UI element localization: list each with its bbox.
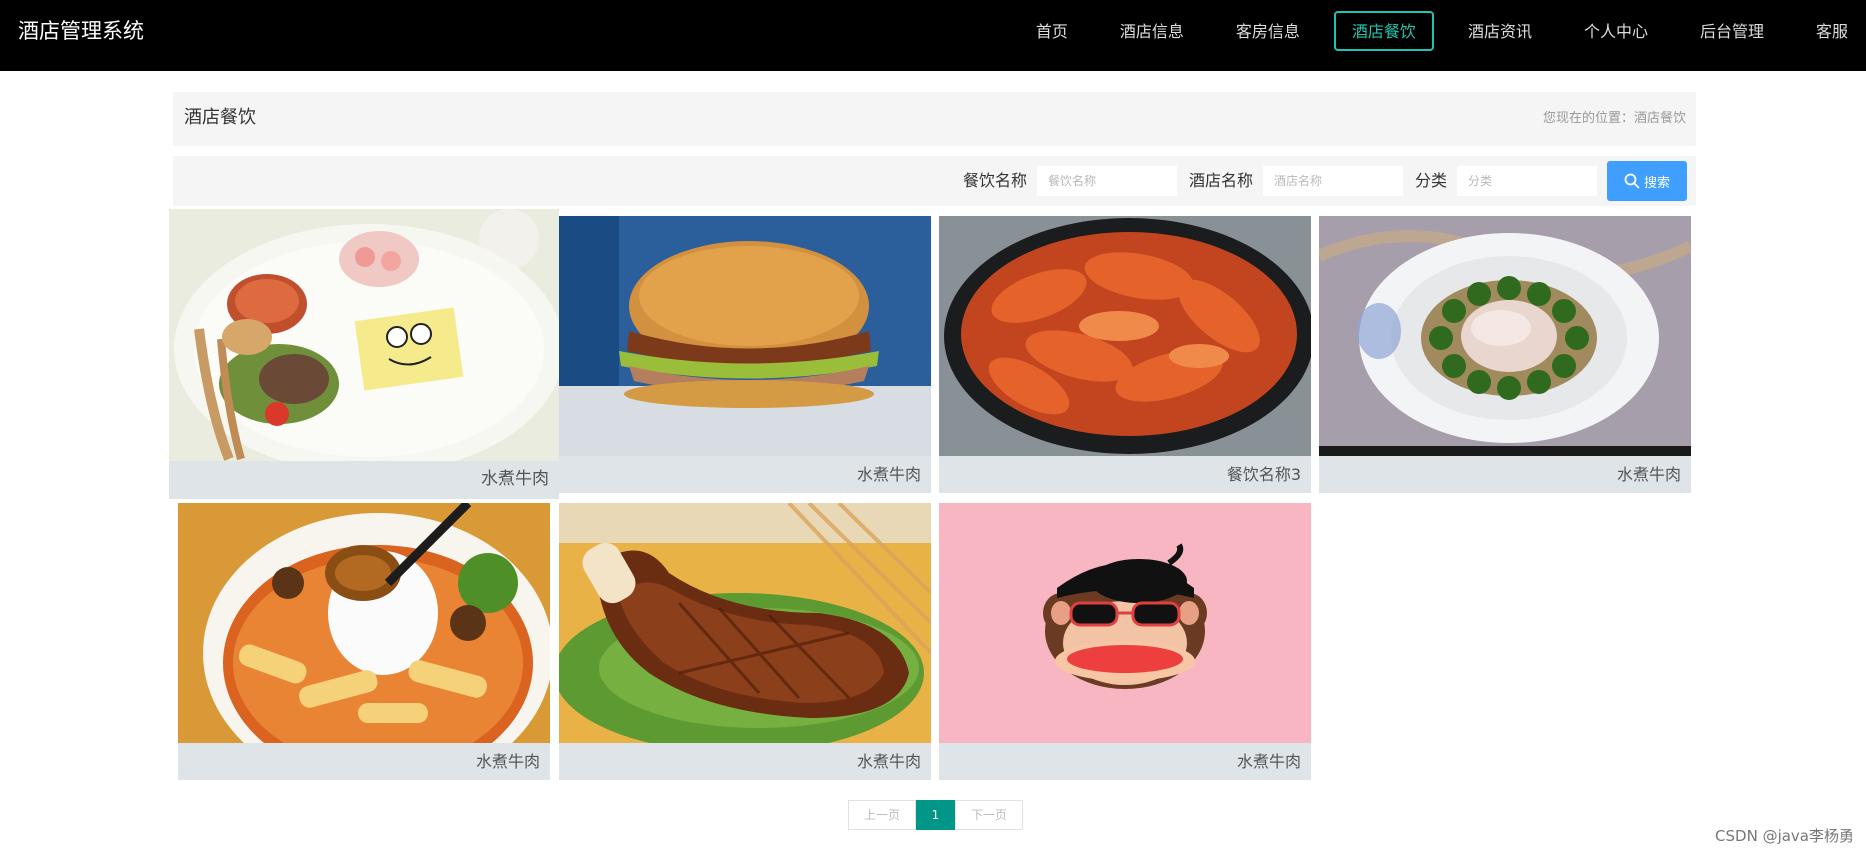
dish-name: 水煮牛肉 [481, 469, 549, 489]
dish-name: 餐饮名称3 [1226, 465, 1301, 484]
nav-room-info[interactable]: 客房信息 [1218, 11, 1318, 51]
nav-hotel-info[interactable]: 酒店信息 [1102, 11, 1202, 51]
dish-image [939, 216, 1311, 456]
nav-hotel-news[interactable]: 酒店资讯 [1450, 11, 1550, 51]
dish-name: 水煮牛肉 [475, 752, 540, 771]
dish-image [178, 503, 550, 743]
top-navigation-bar: 酒店管理系统 首页 酒店信息 客房信息 酒店餐饮 酒店资讯 个人中心 后台管理 … [0, 0, 1866, 71]
dish-name: 水煮牛肉 [856, 465, 921, 484]
nav-home[interactable]: 首页 [1018, 11, 1086, 51]
dish-name: 水煮牛肉 [856, 752, 921, 771]
category-input[interactable] [1457, 166, 1597, 196]
pagination: 上一页 1 下一页 [848, 800, 1023, 830]
search-bar: 餐饮名称 酒店名称 分类 搜索 [173, 156, 1696, 206]
dish-card[interactable]: 水煮牛肉 [1319, 216, 1691, 493]
dish-card[interactable]: 水煮牛肉 [559, 216, 931, 493]
nav-customer-service[interactable]: 客服 [1798, 11, 1866, 51]
breadcrumb: 您现在的位置：酒店餐饮 [1542, 111, 1686, 126]
dish-image [559, 503, 931, 743]
dish-card[interactable]: 水煮牛肉 [178, 503, 550, 780]
dish-card[interactable]: 水煮牛肉 [559, 503, 931, 780]
watermark: CSDN @java李杨勇 [1715, 827, 1854, 845]
dish-image [559, 216, 931, 456]
dish-card[interactable]: 水煮牛肉 [939, 503, 1311, 780]
prev-page-button[interactable]: 上一页 [848, 800, 916, 830]
search-button-label: 搜索 [1643, 174, 1670, 190]
site-brand[interactable]: 酒店管理系统 [18, 17, 144, 45]
dish-image [1319, 216, 1691, 456]
dish-name-label: 餐饮名称 [962, 171, 1027, 190]
dish-name: 水煮牛肉 [1616, 465, 1681, 484]
dish-image [169, 209, 559, 461]
nav-hotel-dining[interactable]: 酒店餐饮 [1333, 11, 1434, 51]
dish-name: 水煮牛肉 [1236, 752, 1301, 771]
dish-card[interactable]: 水煮牛肉 [169, 209, 559, 499]
category-label: 分类 [1414, 171, 1447, 190]
page-title-bar: 酒店餐饮 您现在的位置：酒店餐饮 [173, 92, 1696, 146]
next-page-button[interactable]: 下一页 [955, 800, 1023, 830]
dish-name-input[interactable] [1036, 166, 1177, 196]
hotel-name-input[interactable] [1262, 166, 1403, 196]
nav-user-center[interactable]: 个人中心 [1566, 11, 1666, 51]
main-nav: 首页 酒店信息 客房信息 酒店餐饮 酒店资讯 个人中心 后台管理 客服 [1002, 11, 1866, 51]
search-button[interactable]: 搜索 [1607, 161, 1687, 201]
dish-card[interactable]: 餐饮名称3 [939, 216, 1311, 493]
nav-admin[interactable]: 后台管理 [1682, 11, 1782, 51]
dish-image [939, 503, 1311, 743]
hotel-name-label: 酒店名称 [1188, 171, 1253, 190]
page-number-current[interactable]: 1 [916, 800, 955, 830]
search-form: 餐饮名称 酒店名称 分类 搜索 [951, 161, 1687, 201]
search-icon [1624, 173, 1640, 189]
page-title: 酒店餐饮 [184, 107, 256, 128]
